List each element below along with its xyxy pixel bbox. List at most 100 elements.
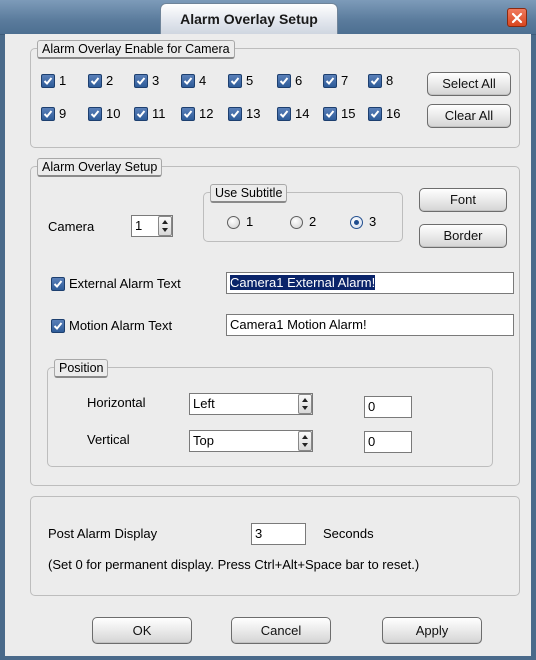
position-group: Position [47,359,493,467]
external-alarm-text-field[interactable]: Camera1 External Alarm! [226,272,514,294]
camera-checkbox-4[interactable] [181,74,195,88]
camera-checkbox-label: 15 [341,106,356,121]
dialog-body: Alarm Overlay Enable for Camera Select A… [5,34,531,656]
title-bar[interactable]: Alarm Overlay Setup [0,0,536,35]
camera-label: Camera [48,219,95,234]
subtitle-radio-1-label: 1 [246,214,254,229]
camera-enable-group-label: Alarm Overlay Enable for Camera [37,40,235,59]
camera-checkbox-7[interactable] [323,74,337,88]
spin-arrows-icon [302,435,308,447]
clear-all-button[interactable]: Clear All [427,104,511,128]
camera-checkbox-label: 8 [386,73,394,88]
camera-checkbox-label: 5 [246,73,254,88]
subtitle-radio-3-label: 3 [369,214,377,229]
select-all-button[interactable]: Select All [427,72,511,96]
checkmark-icon [136,110,146,118]
checkmark-icon [230,77,240,85]
checkmark-icon [136,77,146,85]
close-button[interactable] [507,8,527,27]
camera-checkbox-label: 16 [386,106,401,121]
post-alarm-note: (Set 0 for permanent display. Press Ctrl… [48,557,420,572]
camera-checkbox-label: 3 [152,73,160,88]
camera-checkbox-label: 11 [152,106,166,121]
post-alarm-group [30,496,520,596]
camera-checkbox-label: 2 [106,73,114,88]
camera-checkbox-2[interactable] [88,74,102,88]
camera-enable-group: Alarm Overlay Enable for Camera [30,40,520,148]
external-alarm-text-value: Camera1 External Alarm! [230,275,376,290]
camera-checkbox-label: 10 [106,106,121,121]
external-alarm-label: External Alarm Text [69,276,181,291]
spin-arrows-icon [302,398,308,410]
external-alarm-checkbox[interactable] [51,277,65,291]
checkmark-icon [90,110,100,118]
cancel-button[interactable]: Cancel [231,617,331,644]
camera-checkbox-label: 14 [295,106,310,121]
camera-checkbox-8[interactable] [368,74,382,88]
checkmark-icon [53,280,63,288]
font-button[interactable]: Font [419,188,507,212]
horizontal-select[interactable]: Left [189,393,313,415]
subtitle-radio-2-label: 2 [309,214,317,229]
subtitle-radio-2[interactable] [290,216,303,229]
camera-checkbox-16[interactable] [368,107,382,121]
camera-checkbox-6[interactable] [277,74,291,88]
checkmark-icon [43,110,53,118]
motion-alarm-label: Motion Alarm Text [69,318,173,333]
checkmark-icon [183,110,193,118]
vertical-label: Vertical [87,432,130,447]
checkmark-icon [279,110,289,118]
checkmark-icon [370,77,380,85]
camera-checkbox-15[interactable] [323,107,337,121]
camera-checkbox-14[interactable] [277,107,291,121]
checkmark-icon [183,77,193,85]
apply-button[interactable]: Apply [382,617,482,644]
spin-arrows-icon [162,220,168,232]
camera-checkbox-label: 13 [246,106,261,121]
use-subtitle-group-label: Use Subtitle [210,184,288,203]
dialog-window: Alarm Overlay Setup Alarm Overlay Enable… [0,0,536,660]
camera-checkbox-label: 7 [341,73,349,88]
close-icon [511,12,523,24]
motion-alarm-checkbox[interactable] [51,319,65,333]
post-alarm-label: Post Alarm Display [48,526,158,541]
seconds-label: Seconds [323,526,374,541]
post-alarm-seconds-input[interactable]: 3 [251,523,306,545]
checkmark-icon [325,77,335,85]
subtitle-radio-3[interactable] [350,216,363,229]
ok-button[interactable]: OK [92,617,192,644]
camera-checkbox-label: 1 [59,73,67,88]
horizontal-select-arrow[interactable] [298,394,312,414]
camera-checkbox-12[interactable] [181,107,195,121]
checkmark-icon [230,110,240,118]
camera-checkbox-10[interactable] [88,107,102,121]
horizontal-offset-input[interactable]: 0 [364,396,412,418]
window-title: Alarm Overlay Setup [160,3,338,34]
checkmark-icon [90,77,100,85]
vertical-select[interactable]: Top [189,430,313,452]
camera-checkbox-11[interactable] [134,107,148,121]
border-button[interactable]: Border [419,224,507,248]
camera-checkbox-3[interactable] [134,74,148,88]
camera-checkbox-5[interactable] [228,74,242,88]
camera-checkbox-9[interactable] [41,107,55,121]
checkmark-icon [43,77,53,85]
subtitle-radio-1[interactable] [227,216,240,229]
vertical-offset-input[interactable]: 0 [364,431,412,453]
vertical-select-arrow[interactable] [298,431,312,451]
checkmark-icon [279,77,289,85]
horizontal-label: Horizontal [87,395,146,410]
overlay-setup-group-label: Alarm Overlay Setup [37,158,163,177]
camera-checkbox-label: 4 [199,73,207,88]
camera-checkbox-label: 6 [295,73,303,88]
position-group-label: Position [54,359,109,378]
checkmark-icon [325,110,335,118]
motion-alarm-text-field[interactable]: Camera1 Motion Alarm! [226,314,514,336]
camera-spinner-button[interactable] [158,216,172,236]
checkmark-icon [53,322,63,330]
checkmark-icon [370,110,380,118]
camera-checkbox-label: 12 [199,106,214,121]
camera-checkbox-13[interactable] [228,107,242,121]
camera-checkbox-label: 9 [59,106,67,121]
camera-checkbox-1[interactable] [41,74,55,88]
